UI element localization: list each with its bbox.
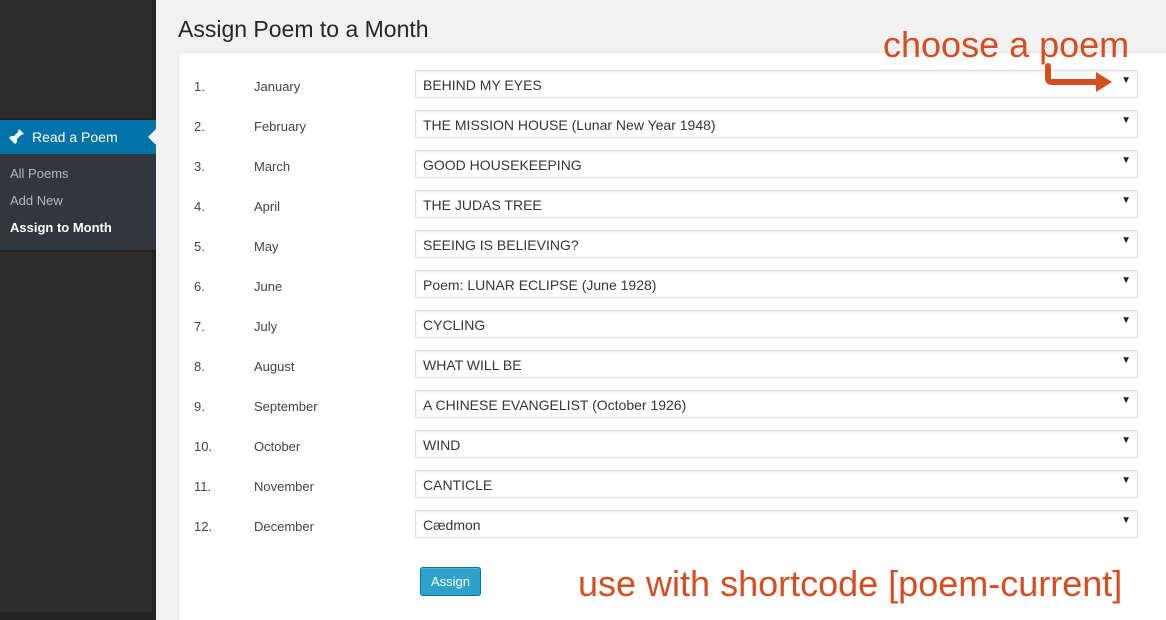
poem-select-value: BEHIND MY EYES [423,77,542,93]
dropdown-arrow-icon: ▼ [1121,115,1131,126]
submenu-all-poems[interactable]: All Poems [0,166,156,193]
row-number: 10. [194,439,213,454]
month-row: 1. January BEHIND MY EYES ▼ [179,70,1166,98]
month-label: May [254,239,279,254]
month-row: 5. May SEEING IS BELIEVING? ▼ [179,230,1166,258]
assign-button[interactable]: Assign [420,567,481,596]
poem-select-value: THE MISSION HOUSE (Lunar New Year 1948) [423,117,716,133]
poem-select-value: THE JUDAS TREE [423,197,542,213]
poem-select-value: GOOD HOUSEKEEPING [423,157,582,173]
poem-select[interactable]: Cædmon ▼ [415,510,1138,538]
pin-icon [6,127,26,147]
dropdown-arrow-icon: ▼ [1121,355,1131,366]
dropdown-arrow-icon: ▼ [1121,315,1131,326]
dropdown-arrow-icon: ▼ [1121,195,1131,206]
poem-select[interactable]: GOOD HOUSEKEEPING ▼ [415,150,1138,178]
admin-sidebar: Read a Poem All Poems Add New Assign to … [0,0,156,620]
sidebar-submenu: All Poems Add New Assign to Month [0,154,156,250]
dropdown-arrow-icon: ▼ [1121,275,1131,286]
dropdown-arrow-icon: ▼ [1121,435,1131,446]
month-label: April [254,199,281,214]
month-row: 10. October WIND ▼ [179,430,1166,458]
month-row: 4. April THE JUDAS TREE ▼ [179,190,1166,218]
month-label: December [254,519,314,534]
row-number: 8. [194,359,205,374]
month-label: August [254,359,295,374]
sidebar-item-read-a-poem[interactable]: Read a Poem [0,120,156,154]
poem-select-value: Poem: LUNAR ECLIPSE (June 1928) [423,277,657,293]
row-number: 6. [194,279,205,294]
month-label: March [254,159,291,174]
poem-select[interactable]: THE MISSION HOUSE (Lunar New Year 1948) … [415,110,1138,138]
sidebar-menu-top [0,0,152,118]
month-row: 11. November CANTICLE ▼ [179,470,1166,498]
poem-select-value: Cædmon [423,517,481,533]
poem-select[interactable]: WIND ▼ [415,430,1138,458]
dropdown-arrow-icon: ▼ [1121,235,1131,246]
dropdown-arrow-icon: ▼ [1121,475,1131,486]
poem-select-value: WIND [423,437,461,453]
poem-select-value: WHAT WILL BE [423,357,522,373]
month-row: 3. March GOOD HOUSEKEEPING ▼ [179,150,1166,178]
submenu-assign-to-month[interactable]: Assign to Month [0,220,156,247]
submenu-add-new[interactable]: Add New [0,193,156,220]
dropdown-arrow-icon: ▼ [1121,395,1131,406]
poem-select[interactable]: CYCLING ▼ [415,310,1138,338]
assign-form-panel: 1. January BEHIND MY EYES ▼ 2. February … [178,52,1166,620]
row-number: 1. [194,79,205,94]
sidebar-item-label: Read a Poem [32,129,118,145]
sidebar-menu-bottom [0,252,152,612]
month-label: November [254,479,314,494]
page-title: Assign Poem to a Month [178,16,429,42]
row-number: 4. [194,199,205,214]
poem-select-value: A CHINESE EVANGELIST (October 1926) [423,397,687,413]
dropdown-arrow-icon: ▼ [1121,75,1131,86]
row-number: 2. [194,119,205,134]
annotation-arrow-icon [1045,63,1112,92]
month-label: February [254,119,307,134]
month-row: 7. July CYCLING ▼ [179,310,1166,338]
row-number: 3. [194,159,205,174]
annotation-shortcode: use with shortcode [poem-current] [578,563,1123,604]
month-label: October [254,439,301,454]
poem-select[interactable]: Poem: LUNAR ECLIPSE (June 1928) ▼ [415,270,1138,298]
poem-select[interactable]: A CHINESE EVANGELIST (October 1926) ▼ [415,390,1138,418]
month-row: 2. February THE MISSION HOUSE (Lunar New… [179,110,1166,138]
month-row: 6. June Poem: LUNAR ECLIPSE (June 1928) … [179,270,1166,298]
poem-select[interactable]: SEEING IS BELIEVING? ▼ [415,230,1138,258]
month-row: 9. September A CHINESE EVANGELIST (Octob… [179,390,1166,418]
row-number: 5. [194,239,205,254]
poem-select[interactable]: CANTICLE ▼ [415,470,1138,498]
row-number: 9. [194,399,205,414]
poem-select-value: SEEING IS BELIEVING? [423,237,579,253]
month-label: June [254,279,283,294]
poem-select[interactable]: THE JUDAS TREE ▼ [415,190,1138,218]
month-label: September [254,399,318,414]
row-number: 7. [194,319,205,334]
dropdown-arrow-icon: ▼ [1121,155,1131,166]
month-row: 8. August WHAT WILL BE ▼ [179,350,1166,378]
dropdown-arrow-icon: ▼ [1121,515,1131,526]
row-number: 11. [194,479,212,494]
poem-select-value: CANTICLE [423,477,493,493]
month-row: 12. December Cædmon ▼ [179,510,1166,538]
poem-select-value: CYCLING [423,317,486,333]
month-label: January [254,79,301,94]
poem-select[interactable]: BEHIND MY EYES ▼ [415,70,1138,98]
month-label: July [254,319,278,334]
poem-select[interactable]: WHAT WILL BE ▼ [415,350,1138,378]
row-number: 12. [194,519,213,534]
